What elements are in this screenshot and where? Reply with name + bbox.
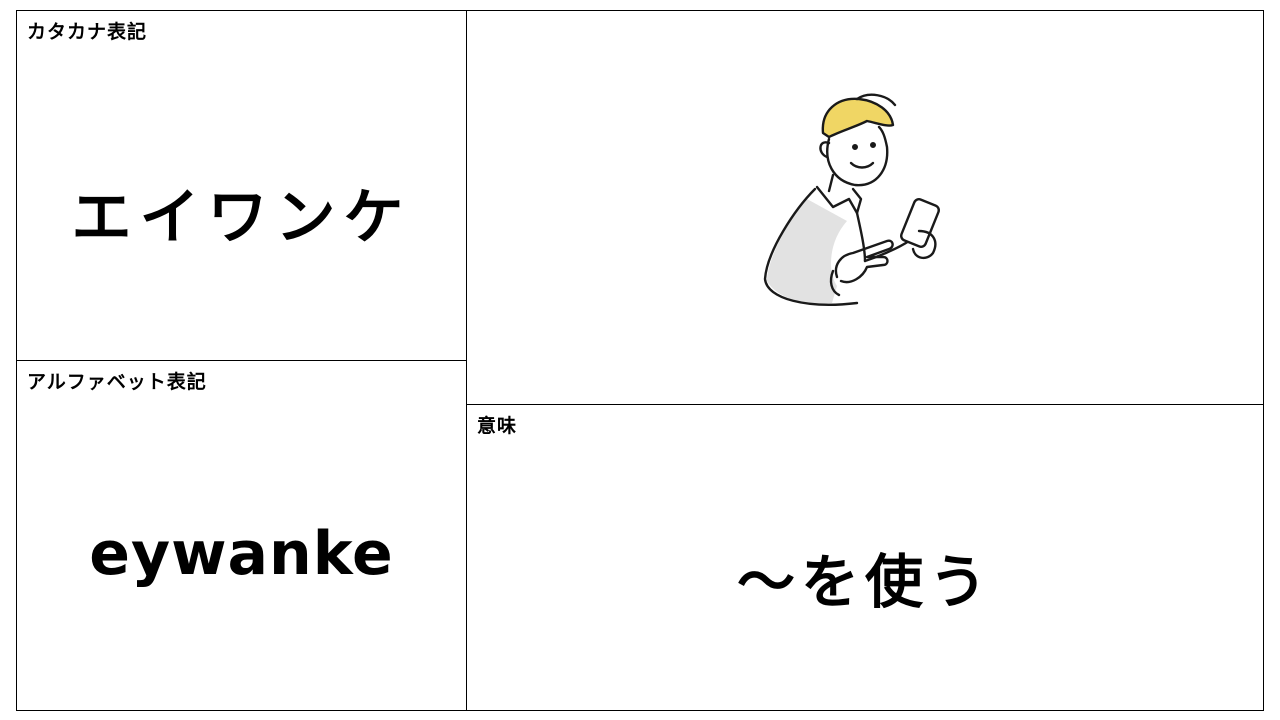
katakana-card: カタカナ表記 エイワンケ [16,10,467,361]
meaning-label: 意味 [477,415,518,437]
eye-right [869,142,876,149]
body-shadow [767,199,847,304]
head-outline [826,125,889,187]
katakana-label: カタカナ表記 [27,21,148,43]
smile [849,161,875,169]
alphabet-card: アルファベット表記 eywanke [16,360,467,711]
eye-left [851,143,858,150]
katakana-value: エイワンケ [71,183,412,253]
shirt-line [855,211,867,263]
person-using-smartphone-icon [763,93,940,306]
meaning-value: ～を使う [736,548,993,616]
alphabet-label: アルファベット表記 [27,371,207,393]
alphabet-value: eywanke [89,519,394,589]
illustration-card [466,10,1264,405]
meaning-card: 意味 ～を使う [466,404,1264,711]
neck [827,173,835,193]
